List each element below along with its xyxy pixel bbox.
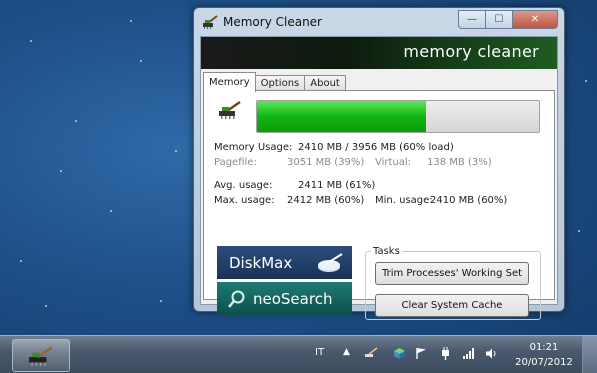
- tab-strip: Memory Options About: [203, 72, 346, 92]
- memory-usage-value: 2410 MB / 3956 MB (60% load): [298, 142, 454, 153]
- power-plug-icon[interactable]: [439, 347, 452, 360]
- close-button[interactable]: ✕: [513, 10, 558, 29]
- memory-usage-bar: [256, 100, 540, 133]
- neosearch-link[interactable]: neoSearch: [217, 282, 352, 315]
- maximize-button[interactable]: ☐: [486, 10, 513, 29]
- clear-system-cache-button[interactable]: Clear System Cache: [375, 294, 529, 317]
- tasks-group-label: Tasks: [371, 246, 402, 257]
- magnifier-icon: [228, 290, 245, 308]
- clock-date: 20/07/2012: [515, 357, 573, 368]
- memory-usage-bar-fill: [257, 101, 427, 132]
- diskmax-label: DiskMax: [229, 253, 293, 272]
- minimize-button[interactable]: —: [458, 10, 486, 29]
- neosearch-label: neoSearch: [253, 289, 333, 308]
- virtual-value: 138 MB (3%): [427, 157, 492, 168]
- min-usage-label: Min. usage:: [375, 195, 433, 206]
- taskbar-clock[interactable]: 01:21 20/07/2012: [514, 340, 574, 370]
- memory-usage-label: Memory Usage:: [214, 142, 293, 153]
- disk-broom-icon: [318, 252, 343, 272]
- avg-usage-label: Avg. usage:: [214, 180, 273, 191]
- trim-working-set-button[interactable]: Trim Processes' Working Set: [375, 262, 529, 285]
- memory-tab-panel: Memory Usage: 2410 MB / 3956 MB (60% loa…: [203, 90, 555, 320]
- memory-chip-broom-icon: [219, 101, 241, 119]
- show-hidden-icons-icon[interactable]: ▲: [343, 347, 350, 357]
- action-center-flag-icon[interactable]: [415, 347, 428, 360]
- volume-speaker-icon[interactable]: [485, 347, 498, 360]
- broom-chip-icon: [203, 15, 218, 29]
- tab-memory[interactable]: Memory: [203, 72, 256, 92]
- min-usage-value: 2410 MB (60%): [430, 195, 508, 206]
- pagefile-value: 3051 MB (39%): [287, 157, 365, 168]
- memory-cleaner-tray-icon[interactable]: [365, 347, 378, 360]
- window-title: Memory Cleaner: [223, 15, 322, 29]
- avg-usage-value: 2411 MB (61%): [298, 180, 376, 191]
- app-banner: memory cleaner: [201, 37, 557, 69]
- max-usage-label: Max. usage:: [214, 195, 275, 206]
- diskmax-link[interactable]: DiskMax: [217, 246, 352, 279]
- taskbar-app-memory-cleaner[interactable]: [12, 339, 70, 372]
- virtual-label: Virtual:: [375, 157, 412, 168]
- show-desktop-button[interactable]: [582, 336, 597, 373]
- clock-time: 01:21: [529, 342, 559, 353]
- window-controls: — ☐ ✕: [458, 10, 558, 29]
- network-signal-icon[interactable]: [462, 347, 475, 360]
- language-indicator[interactable]: IT: [315, 347, 324, 358]
- pagefile-label: Pagefile:: [214, 157, 257, 168]
- memory-cleaner-window: Memory Cleaner — ☐ ✕ memory cleaner Memo…: [193, 7, 565, 320]
- taskbar: IT ▲ 01:21 20/07/2012: [0, 335, 597, 373]
- banner-title: memory cleaner: [403, 42, 539, 61]
- max-usage-value: 2412 MB (60%): [287, 195, 365, 206]
- network-cube-icon[interactable]: [393, 347, 406, 360]
- title-bar[interactable]: Memory Cleaner — ☐ ✕: [194, 8, 564, 36]
- window-client: memory cleaner Memory Options About Memo…: [200, 36, 558, 320]
- memory-chip-broom-icon: [29, 345, 53, 366]
